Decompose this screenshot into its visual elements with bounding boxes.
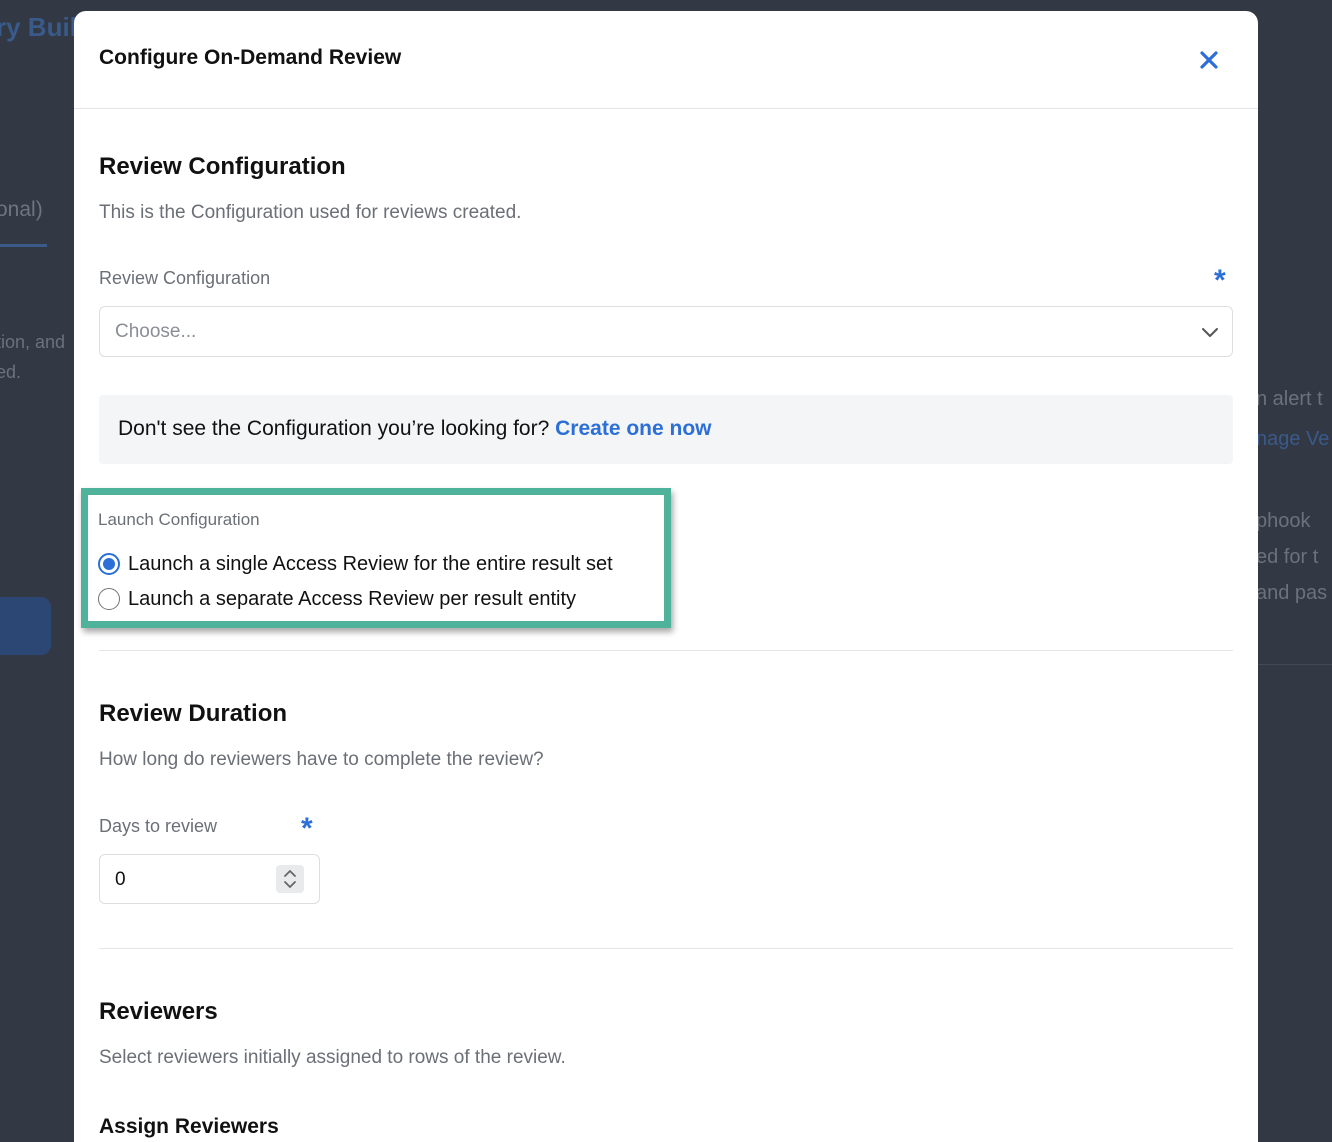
days-to-review-input[interactable]: 0 — [99, 854, 320, 904]
required-asterisk: * — [301, 812, 313, 845]
info-message: Don't see the Configuration you’re looki… — [118, 417, 550, 440]
section-title-review-configuration: Review Configuration — [99, 153, 346, 180]
background-text: and pas — [1258, 582, 1328, 604]
chevron-down-icon — [1202, 328, 1218, 337]
radio-option-separate-review[interactable]: Launch a separate Access Review per resu… — [98, 585, 576, 613]
modal-title: Configure On-Demand Review — [99, 46, 402, 69]
section-title-reviewers: Reviewers — [99, 998, 218, 1025]
assign-reviewers-title: Assign Reviewers — [99, 1115, 279, 1138]
review-configuration-select[interactable]: Choose... — [99, 306, 1233, 357]
radio-option-single-review[interactable]: Launch a single Access Review for the en… — [98, 550, 613, 578]
background-text: n alert t — [1258, 388, 1323, 410]
select-placeholder: Choose... — [115, 321, 197, 342]
background-text: tion, and — [0, 332, 66, 352]
section-title-review-duration: Review Duration — [99, 700, 288, 727]
review-configuration-label: Review Configuration — [99, 268, 271, 288]
days-to-review-label: Days to review — [99, 816, 218, 836]
background-text: ed for t — [1258, 546, 1319, 568]
configuration-info-box: Don't see the Configuration you’re looki… — [99, 395, 1233, 464]
info-text: Don't see the Configuration you’re looki… — [118, 417, 712, 441]
background-divider — [1258, 664, 1332, 665]
launch-configuration-label: Launch Configuration — [98, 510, 260, 529]
stepper-arrows-icon — [284, 870, 296, 888]
background-button — [0, 597, 51, 655]
required-asterisk: * — [1214, 264, 1226, 297]
close-icon — [1200, 51, 1218, 69]
background-tab-underline — [0, 244, 47, 247]
section-divider — [99, 650, 1233, 651]
section-description: Select reviewers initially assigned to r… — [99, 1047, 566, 1068]
radio-button-unchecked[interactable] — [98, 588, 120, 610]
section-description: How long do reviewers have to complete t… — [99, 749, 544, 770]
modal-header: Configure On-Demand Review — [74, 11, 1258, 109]
launch-configuration-group: Launch Configuration Launch a single Acc… — [81, 488, 671, 628]
background-right-panel: n alert t nage Ve phook ed for t and pas — [1258, 0, 1332, 1142]
section-divider — [99, 948, 1233, 949]
radio-label: Launch a separate Access Review per resu… — [128, 587, 577, 610]
days-to-review-value: 0 — [115, 869, 126, 890]
background-text: phook — [1258, 510, 1311, 532]
background-link: nage Ve — [1258, 428, 1330, 450]
create-one-now-link[interactable]: Create one now — [555, 417, 711, 440]
radio-label: Launch a single Access Review for the en… — [128, 552, 613, 575]
background-text: ed. — [0, 362, 22, 382]
close-button[interactable] — [1196, 47, 1222, 73]
section-description: This is the Configuration used for revie… — [99, 202, 522, 223]
number-stepper[interactable] — [276, 865, 304, 893]
configure-review-modal: Configure On-Demand Review Review Config… — [74, 11, 1258, 1142]
background-tab: onal) — [0, 198, 43, 221]
radio-button-checked[interactable] — [98, 553, 120, 575]
